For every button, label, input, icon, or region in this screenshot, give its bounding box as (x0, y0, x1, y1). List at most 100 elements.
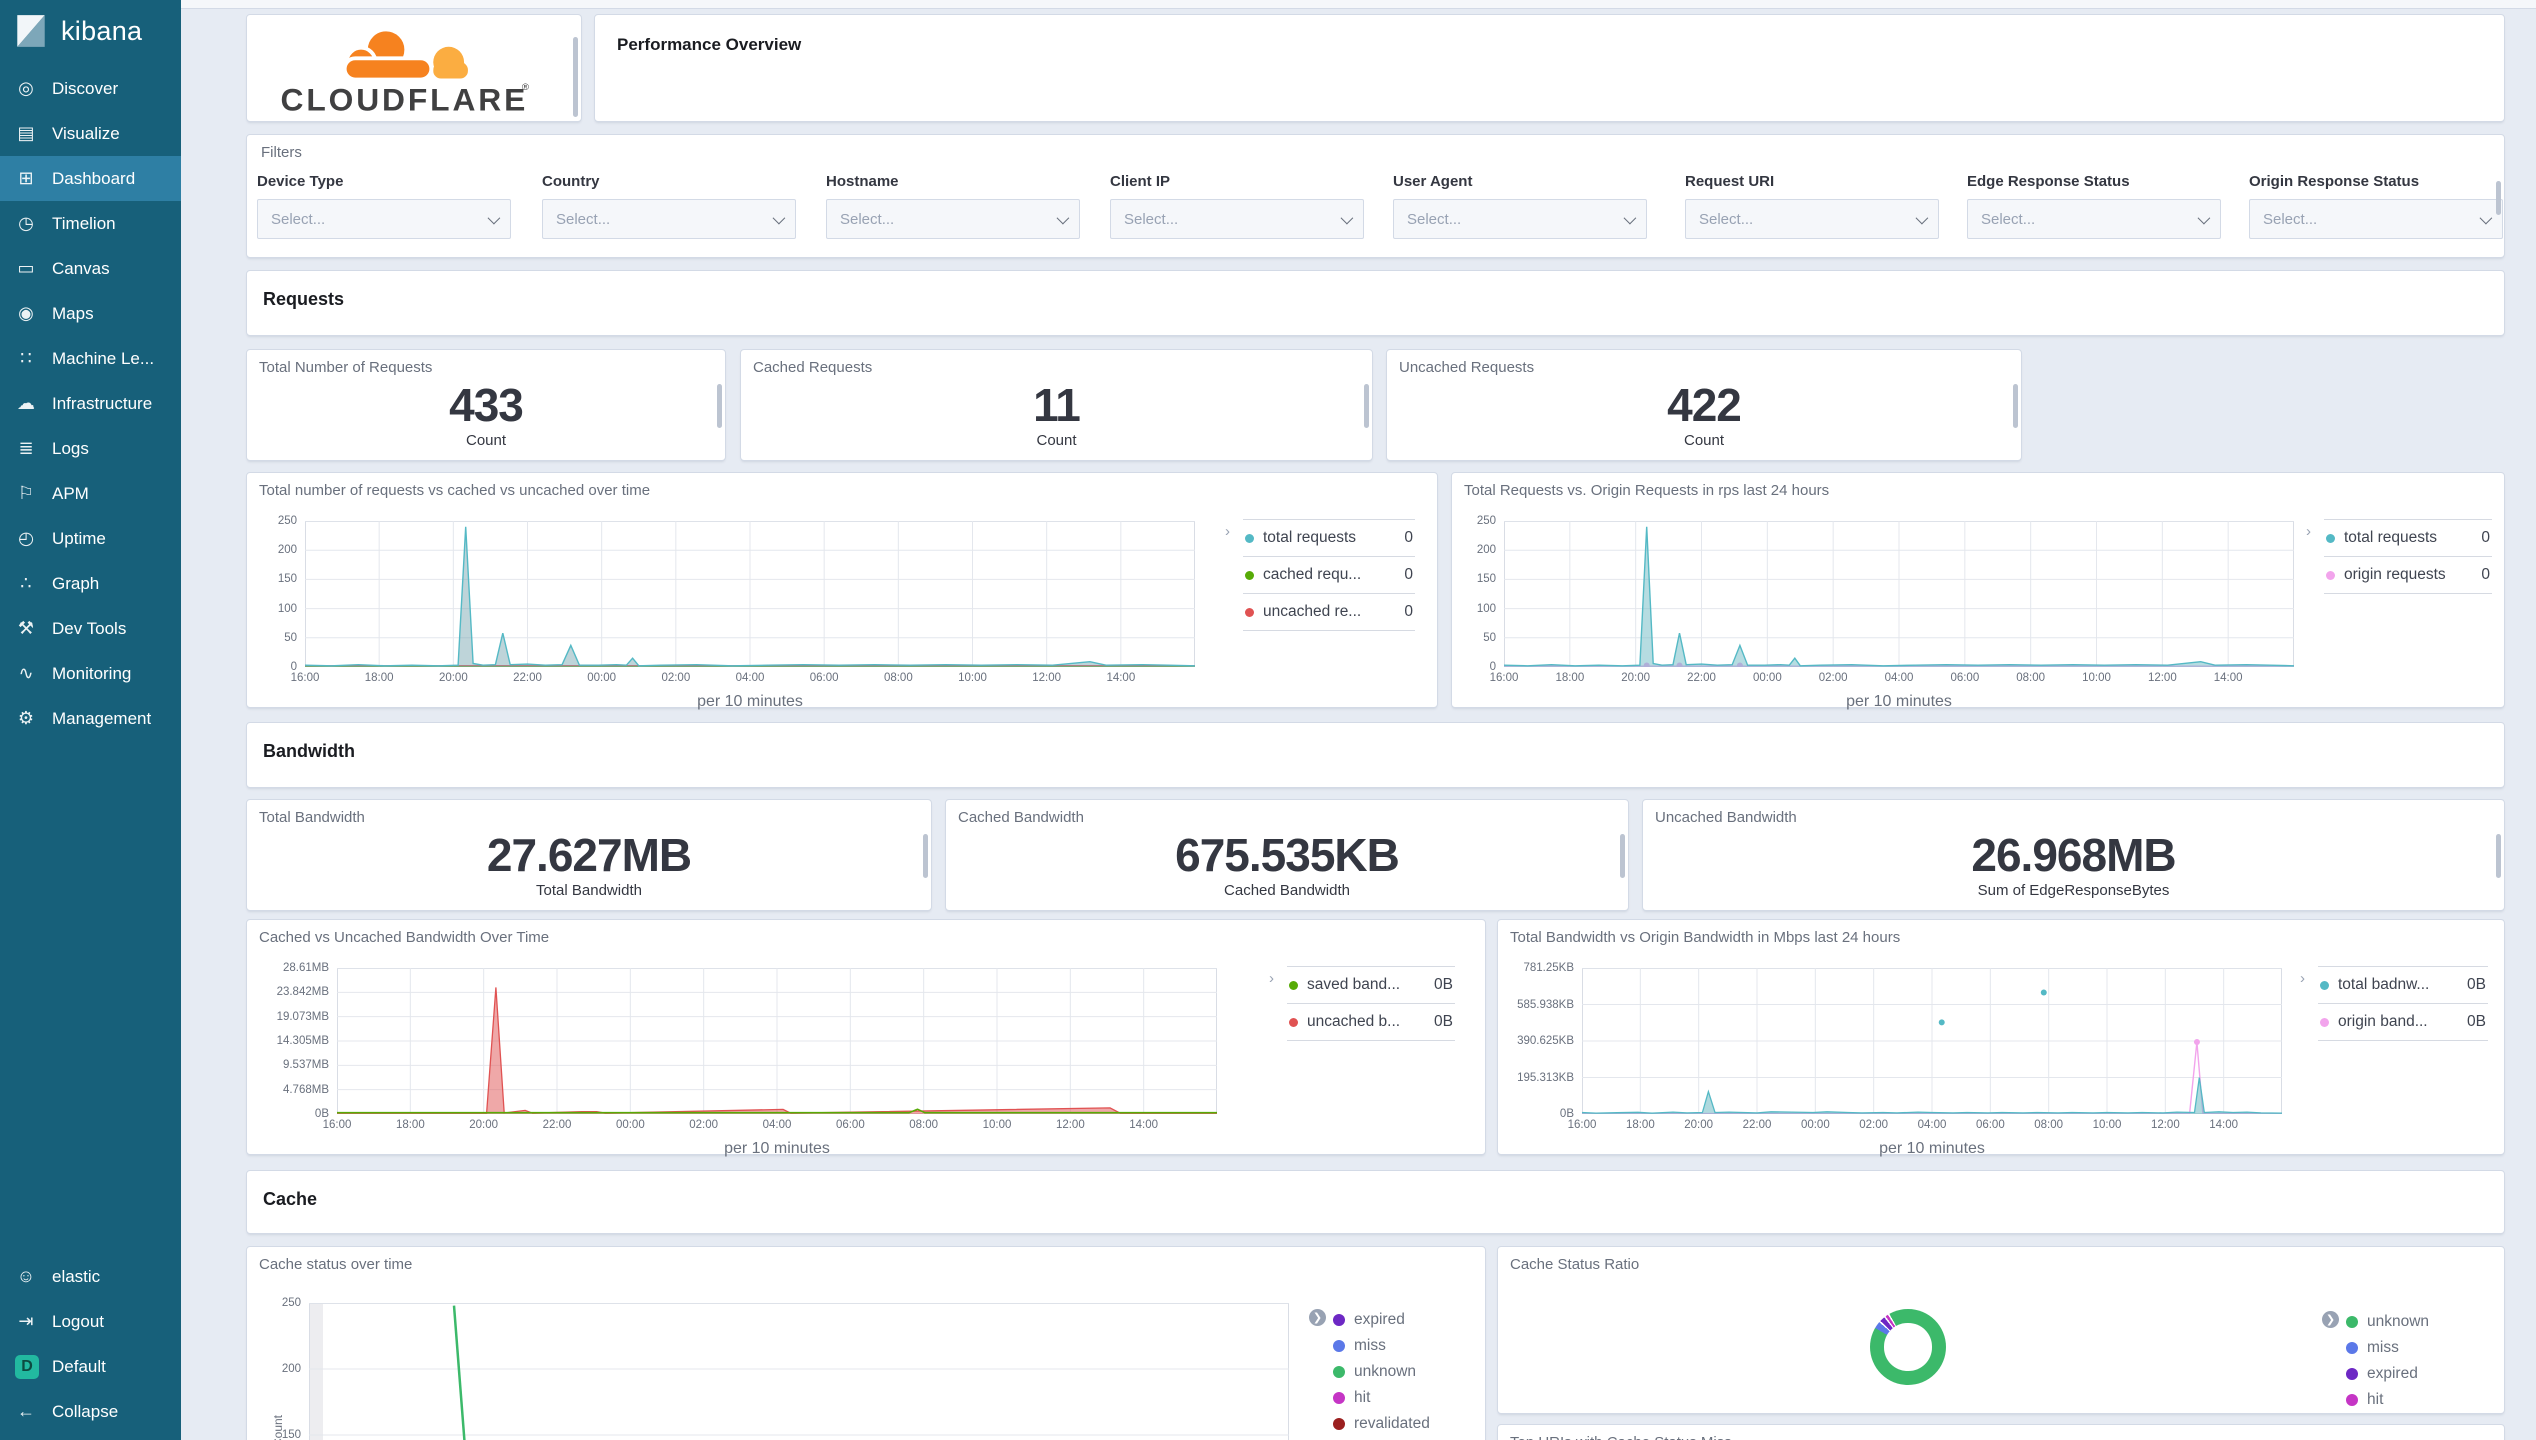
sidebar-item-management[interactable]: ⚙ Management (0, 696, 181, 741)
legend-item-miss[interactable]: miss (2346, 1335, 2486, 1361)
title-panel: Performance Overview (594, 14, 2505, 122)
filter-label: Device Type (257, 173, 344, 190)
legend-value: 0B (2467, 1013, 2486, 1030)
legend-item-expired[interactable]: expired (2346, 1361, 2486, 1387)
requests-vs-origin-plot[interactable]: 0 50 100 150 200 250 16:00 18:00 20:00 22:00 00:00… (1477, 515, 2294, 710)
select-placeholder: Select... (1699, 210, 1754, 228)
select-placeholder: Select... (1981, 210, 2036, 228)
legend-item-miss[interactable]: miss (1333, 1333, 1473, 1359)
x-axis-tick: 14:00 (1129, 1119, 1159, 1131)
total-vs-origin-bandwidth-plot[interactable]: 0B 195.313KB 390.625KB 585.938KB 781.25KB 16:… (1517, 962, 2282, 1157)
panel-scrollbar[interactable] (1364, 384, 1369, 428)
panel-scrollbar[interactable] (573, 37, 578, 117)
metric-unit: Count (1683, 432, 1725, 449)
heartbeat-icon: ∿ (18, 663, 34, 683)
filter-select-request-uri[interactable]: Select... (1685, 199, 1939, 239)
filter-select-client-ip[interactable]: Select... (1110, 199, 1364, 239)
filter-select-device-type[interactable]: Select... (257, 199, 511, 239)
legend-item-cached-requ[interactable]: cached requ... 0 (1243, 556, 1415, 593)
legend-item-total-requests[interactable]: total requests 0 (2324, 519, 2492, 556)
kibana-dashboard: kibana ◎ Discover ▤ Visualize ⊞ Dashboard ◷ Tim… (0, 0, 2536, 1440)
sidebar-item-dashboard[interactable]: ⊞ Dashboard (0, 156, 181, 201)
sidebar-item-logout[interactable]: ⇥ Logout (0, 1299, 181, 1344)
sidebar-item-logs[interactable]: ≣ Logs (0, 426, 181, 471)
legend-label: total requests (1263, 529, 1357, 546)
legend-toggle-icon[interactable]: ❯ (2322, 1311, 2339, 1328)
sidebar-item-canvas[interactable]: ▭ Canvas (0, 246, 181, 291)
select-placeholder: Select... (271, 210, 326, 228)
legend-series-dot-icon (2346, 1368, 2358, 1380)
legend-item-saved-band[interactable]: saved band... 0B (1287, 966, 1455, 1003)
legend-item-total-badnw[interactable]: total badnw... 0B (2318, 966, 2488, 1003)
filter-select-edge-response-status[interactable]: Select... (1967, 199, 2221, 239)
legend-label: expired (1354, 1311, 1405, 1328)
legend-item-origin-band[interactable]: origin band... 0B (2318, 1003, 2488, 1041)
sidebar-item-elastic[interactable]: ☺ elastic (0, 1254, 181, 1299)
legend-item-hit[interactable]: hit (1333, 1385, 1473, 1411)
map-pin-icon: ◉ (18, 303, 34, 323)
sidebar-item-discover[interactable]: ◎ Discover (0, 66, 181, 111)
legend-item-uncached-re[interactable]: uncached re... 0 (1243, 593, 1415, 631)
log-lines-icon: ≣ (18, 438, 34, 458)
legend-item-unknown[interactable]: unknown (1333, 1359, 1473, 1385)
legend-item-hit[interactable]: hit (2346, 1387, 2486, 1413)
legend-toggle-icon[interactable]: ❯ (1309, 1309, 1326, 1326)
panel-scrollbar[interactable] (2496, 181, 2501, 215)
sidebar-item-collapse[interactable]: ← Collapse (0, 1389, 181, 1434)
sidebar-item-visualize[interactable]: ▤ Visualize (0, 111, 181, 156)
legend-item-unknown[interactable]: unknown (2346, 1309, 2486, 1335)
legend-series-dot-icon (2326, 570, 2335, 580)
sidebar-item-machine-le[interactable]: ∷ Machine Le... (0, 336, 181, 381)
filter-select-hostname[interactable]: Select... (826, 199, 1080, 239)
legend-toggle-icon[interactable]: › (1269, 970, 1274, 987)
legend-toggle-icon[interactable]: › (2300, 970, 2305, 987)
legend-item-total-requests[interactable]: total requests 0 (1243, 519, 1415, 556)
legend-toggle-icon[interactable]: › (1225, 523, 1230, 540)
legend-label: saved band... (1307, 976, 1401, 993)
sidebar-item-maps[interactable]: ◉ Maps (0, 291, 181, 336)
sidebar-item-default[interactable]: D Default (0, 1344, 181, 1389)
sidebar-item-infrastructure[interactable]: ☁ Infrastructure (0, 381, 181, 426)
sidebar-item-dev-tools[interactable]: ⚒ Dev Tools (0, 606, 181, 651)
filter-select-origin-response-status[interactable]: Select... (2249, 199, 2503, 239)
legend-item-uncached-b[interactable]: uncached b... 0B (1287, 1003, 1455, 1041)
legend-item-origin-requests[interactable]: origin requests 0 (2324, 556, 2492, 594)
gear-icon: ⚙ (17, 708, 35, 728)
filter-select-user-agent[interactable]: Select... (1393, 199, 1647, 239)
panel-scrollbar[interactable] (1620, 834, 1625, 878)
x-axis-tick: 04:00 (1884, 672, 1914, 684)
legend-series-dot-icon (1289, 980, 1298, 990)
filter-label: Edge Response Status (1967, 173, 2130, 190)
legend-label: expired (2367, 1365, 2418, 1382)
graph-nodes-icon: ∴ (20, 573, 32, 593)
sidebar-item-timelion[interactable]: ◷ Timelion (0, 201, 181, 246)
kibana-brand[interactable]: kibana (0, 0, 181, 66)
requests-over-time-plot[interactable]: 0 50 100 150 200 250 16:00 18:00 20:00 22:00 00:00… (278, 515, 1195, 710)
sidebar-item-uptime[interactable]: ◴ Uptime (0, 516, 181, 561)
legend-value: 0 (1404, 566, 1413, 583)
cache-status-ratio-donut[interactable] (1870, 1309, 1946, 1385)
bandwidth-over-time-plot[interactable]: 0B 4.768MB 9.537MB 14.305MB 19.073MB 23.842MB… (277, 962, 1217, 1157)
filter-select-country[interactable]: Select... (542, 199, 796, 239)
user-icon: ☺ (16, 1266, 36, 1286)
sidebar-item-graph[interactable]: ∴ Graph (0, 561, 181, 606)
legend-item-expired[interactable]: expired (1333, 1307, 1473, 1333)
legend-item-revalidated[interactable]: revalidated (1333, 1411, 1473, 1437)
metric-unit: Count (1036, 432, 1077, 449)
panel-scrollbar[interactable] (923, 834, 928, 878)
x-axis-tick: 08:00 (909, 1119, 939, 1131)
legend-toggle-icon[interactable]: › (2306, 523, 2311, 540)
sidebar-item-apm[interactable]: ⚐ APM (0, 471, 181, 516)
panel-scrollbar[interactable] (717, 384, 722, 428)
apm-flag-icon: ⚐ (17, 483, 35, 503)
x-axis-caption: per 10 minutes (1879, 1140, 1985, 1157)
legend-series-dot-icon (2326, 533, 2335, 543)
x-axis-tick: 04:00 (1917, 1119, 1947, 1131)
panel-scrollbar[interactable] (2013, 384, 2018, 428)
sidebar-item-label: Canvas (52, 258, 110, 278)
chart-legend: ❯ expired miss unknown hit revalidated (1309, 1307, 1473, 1437)
space-default-badge-icon: D (15, 1354, 39, 1379)
panel-scrollbar[interactable] (2496, 834, 2501, 878)
cache-status-plot[interactable]: 050100150200250 (282, 1297, 1289, 1440)
sidebar-item-monitoring[interactable]: ∿ Monitoring (0, 651, 181, 696)
